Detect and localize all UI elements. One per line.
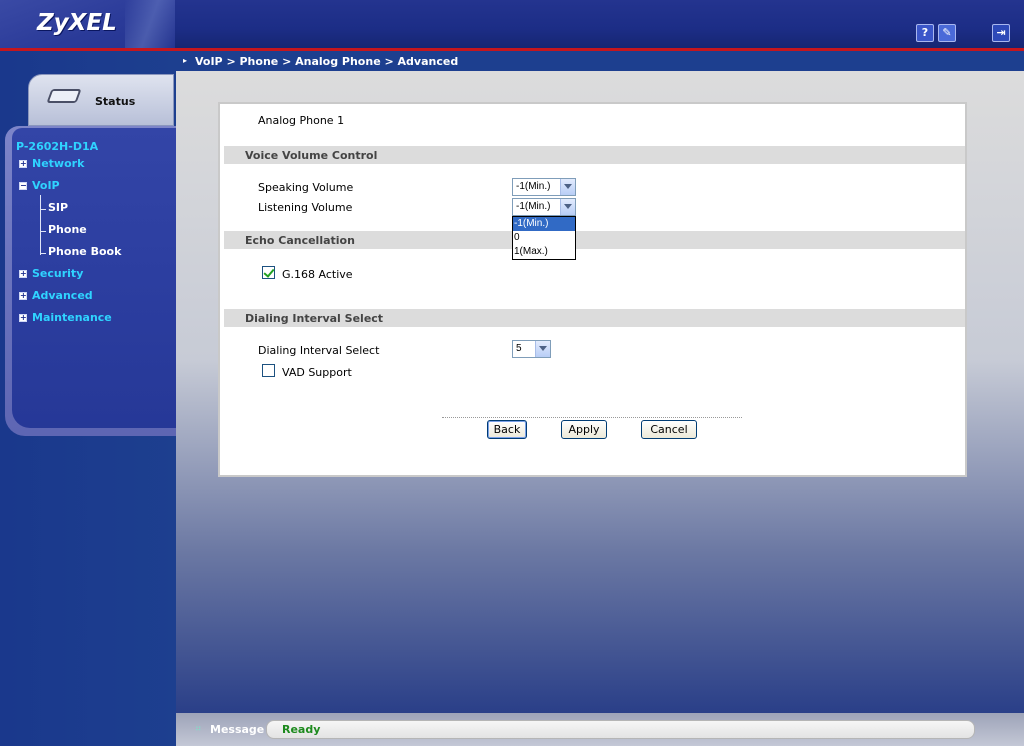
apply-button[interactable]: Apply xyxy=(561,420,607,439)
help-icon[interactable]: ? xyxy=(916,24,934,42)
chevron-down-icon[interactable] xyxy=(535,341,550,357)
chevron-down-icon[interactable] xyxy=(560,199,575,215)
message-value: Ready xyxy=(282,723,321,736)
expand-security-icon[interactable]: + xyxy=(19,270,27,278)
section-voice-volume: Voice Volume Control xyxy=(224,146,965,164)
message-label: Message xyxy=(210,723,265,736)
listening-volume-dropdown-list: -1(Min.) 0 1(Max.) xyxy=(512,216,576,260)
section-echo-cancellation-title: Echo Cancellation xyxy=(245,234,355,247)
breadcrumb-arrow-icon: ▸ xyxy=(183,56,188,65)
message-icon: ⠶ xyxy=(195,724,202,734)
router-icon xyxy=(46,89,82,103)
breadcrumb: VoIP > Phone > Analog Phone > Advanced xyxy=(195,55,459,68)
dialing-interval-value: 5 xyxy=(516,343,522,354)
sidebar-item-advanced[interactable]: Advanced xyxy=(32,289,93,302)
listening-volume-value: -1(Min.) xyxy=(516,201,551,212)
nav-panel xyxy=(5,126,176,436)
dropdown-option[interactable]: -1(Min.) xyxy=(513,217,575,231)
dropdown-option[interactable]: 0 xyxy=(513,231,575,245)
vad-support-label: VAD Support xyxy=(282,366,352,379)
sidebar-item-phone-book[interactable]: Phone Book xyxy=(48,245,121,258)
tree-connector xyxy=(40,195,41,255)
expand-network-icon[interactable]: + xyxy=(19,160,27,168)
section-dialing-interval-title: Dialing Interval Select xyxy=(245,312,384,325)
zyxel-logo: ZyXEL xyxy=(37,10,117,36)
chevron-down-icon[interactable] xyxy=(560,179,575,195)
wizard-icon[interactable]: ✎ xyxy=(938,24,956,42)
section-echo-cancellation: Echo Cancellation xyxy=(224,231,965,249)
vad-support-checkbox[interactable] xyxy=(262,364,275,377)
logout-icon[interactable]: ⇥ xyxy=(992,24,1010,42)
dialing-interval-select[interactable]: 5 xyxy=(512,340,551,358)
sidebar-item-voip[interactable]: VoIP xyxy=(32,179,60,192)
status-label: Status xyxy=(95,95,136,108)
tree-connector xyxy=(40,253,46,254)
sidebar-item-phone[interactable]: Phone xyxy=(48,223,87,236)
section-dialing-interval: Dialing Interval Select xyxy=(224,309,965,327)
expand-maintenance-icon[interactable]: + xyxy=(19,314,27,322)
sidebar: Status P-2602H-D1A + Network − VoIP SIP … xyxy=(0,51,176,746)
form-panel: Analog Phone 1 Voice Volume Control Spea… xyxy=(218,102,967,477)
sidebar-item-security[interactable]: Security xyxy=(32,267,83,280)
cancel-button[interactable]: Cancel xyxy=(641,420,697,439)
breadcrumb-bar: ▸ VoIP > Phone > Analog Phone > Advanced xyxy=(175,51,1024,71)
message-field: Ready xyxy=(266,720,975,739)
section-voice-volume-title: Voice Volume Control xyxy=(245,149,378,162)
speaking-volume-select[interactable]: -1(Min.) xyxy=(512,178,576,196)
logo-area: ZyXEL xyxy=(0,0,175,48)
message-bar: ⠶ Message Ready xyxy=(176,713,1024,746)
g168-label: G.168 Active xyxy=(282,268,353,281)
tree-connector xyxy=(40,231,46,232)
button-divider xyxy=(442,417,742,418)
listening-volume-label: Listening Volume xyxy=(258,201,353,214)
phone-name: Analog Phone 1 xyxy=(258,114,345,127)
expand-advanced-icon[interactable]: + xyxy=(19,292,27,300)
dialing-interval-label: Dialing Interval Select xyxy=(258,344,380,357)
header-bar: ZyXEL ? ✎ ⇥ xyxy=(0,0,1024,51)
sidebar-item-sip[interactable]: SIP xyxy=(48,201,68,214)
collapse-voip-icon[interactable]: − xyxy=(19,182,27,190)
status-tab[interactable]: Status xyxy=(28,74,174,126)
tree-connector xyxy=(40,209,46,210)
dropdown-option[interactable]: 1(Max.) xyxy=(513,245,575,259)
device-name: P-2602H-D1A xyxy=(16,140,99,153)
speaking-volume-value: -1(Min.) xyxy=(516,181,551,192)
listening-volume-select[interactable]: -1(Min.) xyxy=(512,198,576,216)
sidebar-item-network[interactable]: Network xyxy=(32,157,84,170)
sidebar-item-maintenance[interactable]: Maintenance xyxy=(32,311,112,324)
speaking-volume-label: Speaking Volume xyxy=(258,181,354,194)
back-button[interactable]: Back xyxy=(487,420,527,439)
g168-checkbox[interactable] xyxy=(262,266,275,279)
